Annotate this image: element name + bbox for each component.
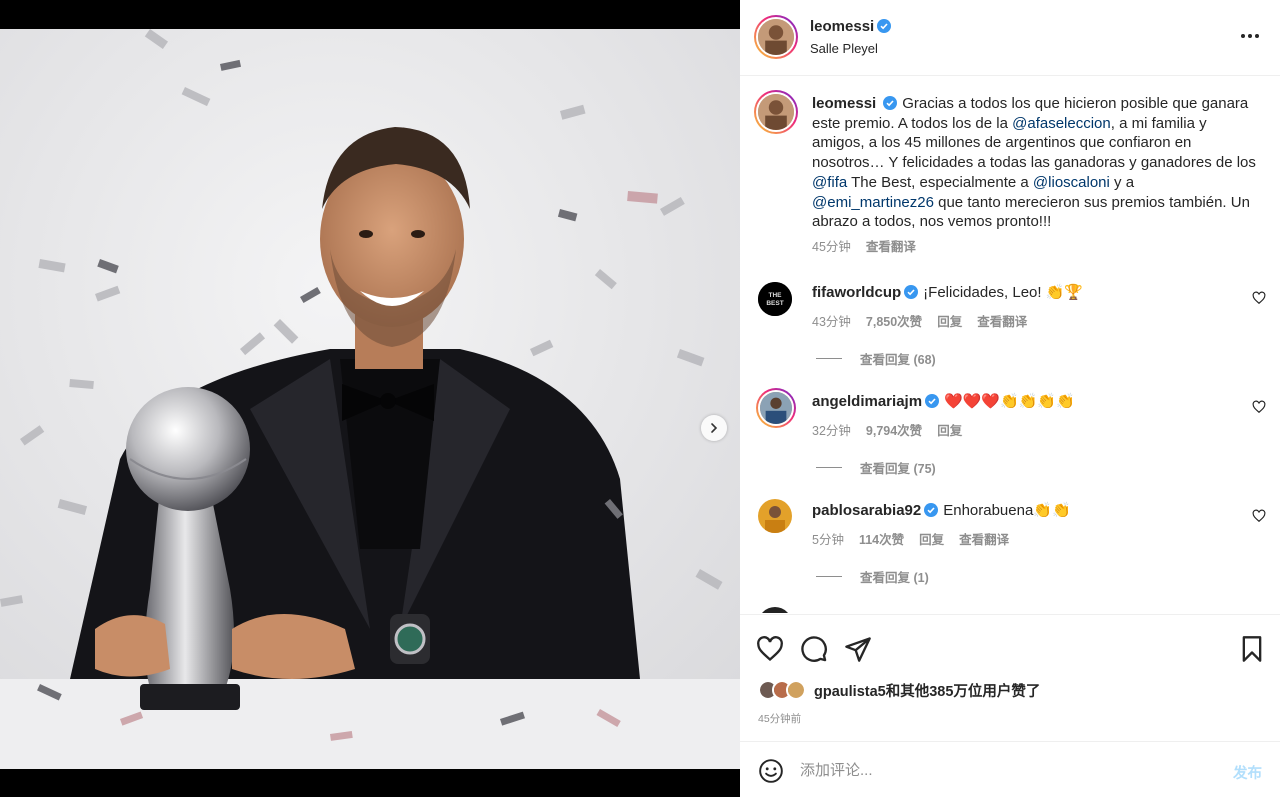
likes-text[interactable]: gpaulista5和其他385万位用户赞了 (814, 680, 1040, 701)
comment-meta: 32分钟 9,794次赞 回复 (812, 420, 977, 439)
comment-likes[interactable]: 9,794次赞 (866, 424, 922, 438)
comment-text-row: angeldimariajm ❤️❤️❤️👏👏👏👏 (812, 392, 1075, 410)
comment-time: 5分钟 (812, 533, 844, 547)
comment-text-row: fifaworldcup ¡Felicidades, Leo! 👏🏆 (812, 283, 1083, 301)
view-replies-button[interactable]: 查看回复 (68) (816, 349, 936, 368)
commenter-avatar[interactable] (758, 499, 792, 533)
heart-icon[interactable] (1252, 400, 1266, 414)
commenter-avatar[interactable] (758, 607, 792, 613)
post-caption: leomessi Gracias a todos los que hicieron… (812, 94, 1260, 258)
translate-button[interactable]: 查看翻译 (977, 315, 1027, 329)
comment-body: ❤️❤️❤️👏👏👏👏 (944, 393, 1075, 410)
comment-time: 43分钟 (812, 315, 851, 329)
comment-body: ¡Felicidades, Leo! 👏🏆 (923, 284, 1084, 301)
view-replies-label: 查看回复 (75) (860, 462, 936, 476)
mention-link[interactable]: @afaseleccion (1012, 115, 1111, 132)
caption-body: Gracias a todos los que hicieron posible… (812, 95, 1256, 230)
verified-badge-icon (883, 96, 898, 110)
bookmark-icon[interactable] (1238, 635, 1266, 663)
view-replies-label: 查看回复 (68) (860, 353, 936, 367)
comment-input[interactable] (800, 758, 1200, 782)
smiley-icon[interactable] (758, 758, 784, 784)
comment-meta: 5分钟 114次赞 回复 查看翻译 (812, 529, 1024, 548)
caption-text-segment: y a (1109, 173, 1135, 191)
media-panel (0, 0, 740, 797)
comment-username[interactable]: angeldimariajm (812, 393, 922, 410)
paper-plane-icon[interactable] (844, 635, 872, 663)
liker-avatar (786, 680, 806, 700)
svg-text:BEST: BEST (766, 300, 783, 307)
comment-time: 32分钟 (812, 424, 851, 438)
comment-body: Enhorabuena👏👏 (943, 502, 1071, 519)
comment-likes[interactable]: 114次赞 (859, 533, 904, 547)
verified-badge-icon (925, 394, 940, 408)
post-timestamp: 45分钟前 (758, 713, 802, 725)
comment-meta: 43分钟 7,850次赞 回复 查看翻译 (812, 311, 1042, 330)
comment-username[interactable]: pablosarabia92 (812, 502, 921, 519)
author-username[interactable]: leomessi (810, 18, 874, 35)
likes-summary[interactable]: gpaulista5和其他385万位用户赞了 (758, 679, 1040, 701)
comment-icon[interactable] (800, 635, 828, 663)
comments-list[interactable]: leomessi Gracias a todos los que hicieron… (740, 77, 1280, 613)
view-replies-label: 查看回复 (1) (860, 571, 929, 585)
translate-button[interactable]: 查看翻译 (959, 533, 1009, 547)
author-avatar[interactable] (754, 15, 798, 59)
caption-text-segment: The Best, especialmente a (847, 173, 1033, 191)
more-options-button[interactable] (1238, 26, 1262, 46)
caption-avatar[interactable] (754, 90, 798, 134)
reply-button[interactable]: 回复 (937, 424, 962, 438)
post-side-panel: leomessi Salle Pleyel leomessi Gracias a … (740, 0, 1280, 797)
comment-text-row: pablosarabia92 Enhorabuena👏👏 (812, 501, 1071, 519)
post-actions: gpaulista5和其他385万位用户赞了 45分钟前 (740, 614, 1280, 740)
photo-illustration (0, 29, 740, 769)
heart-icon[interactable] (1252, 509, 1266, 523)
caption-username[interactable]: leomessi (812, 95, 876, 112)
view-replies-button[interactable]: 查看回复 (1) (816, 567, 929, 586)
mention-link[interactable]: @emi_martinez26 (812, 194, 934, 211)
caption-time: 45分钟 (812, 239, 851, 254)
reply-button[interactable]: 回复 (937, 315, 962, 329)
post-comment-button[interactable]: 发布 (1233, 762, 1262, 783)
caption-meta: 45分钟 查看翻译 (812, 238, 1260, 258)
heart-icon[interactable] (1252, 291, 1266, 305)
commenter-avatar[interactable] (756, 388, 796, 428)
reply-button[interactable]: 回复 (919, 533, 944, 547)
svg-text:THE: THE (769, 292, 783, 299)
verified-badge-icon (904, 285, 919, 299)
mention-link[interactable]: @lioscaloni (1033, 174, 1110, 191)
divider (816, 358, 842, 359)
comment-likes[interactable]: 7,850次赞 (866, 315, 922, 329)
post-location[interactable]: Salle Pleyel (810, 41, 878, 56)
post-photo[interactable] (0, 29, 740, 769)
post-header: leomessi Salle Pleyel (740, 0, 1280, 76)
verified-badge-icon (924, 503, 939, 517)
add-comment-bar: 发布 (740, 741, 1280, 797)
divider (816, 467, 842, 468)
commenter-avatar[interactable]: THE BEST (758, 282, 792, 316)
heart-icon[interactable] (756, 635, 784, 663)
author-row: leomessi (810, 18, 892, 36)
chevron-right-icon (711, 423, 718, 433)
more-horizontal-icon (1241, 34, 1259, 38)
view-replies-button[interactable]: 查看回复 (75) (816, 458, 936, 477)
mention-link[interactable]: @fifa (812, 174, 847, 191)
verified-badge-icon (877, 19, 892, 33)
divider (816, 576, 842, 577)
caption-translate-button[interactable]: 查看翻译 (866, 240, 916, 254)
comment-username[interactable]: fifaworldcup (812, 284, 901, 301)
next-photo-button[interactable] (701, 415, 727, 441)
post-dialog: leomessi Salle Pleyel leomessi Gracias a … (0, 0, 1280, 797)
